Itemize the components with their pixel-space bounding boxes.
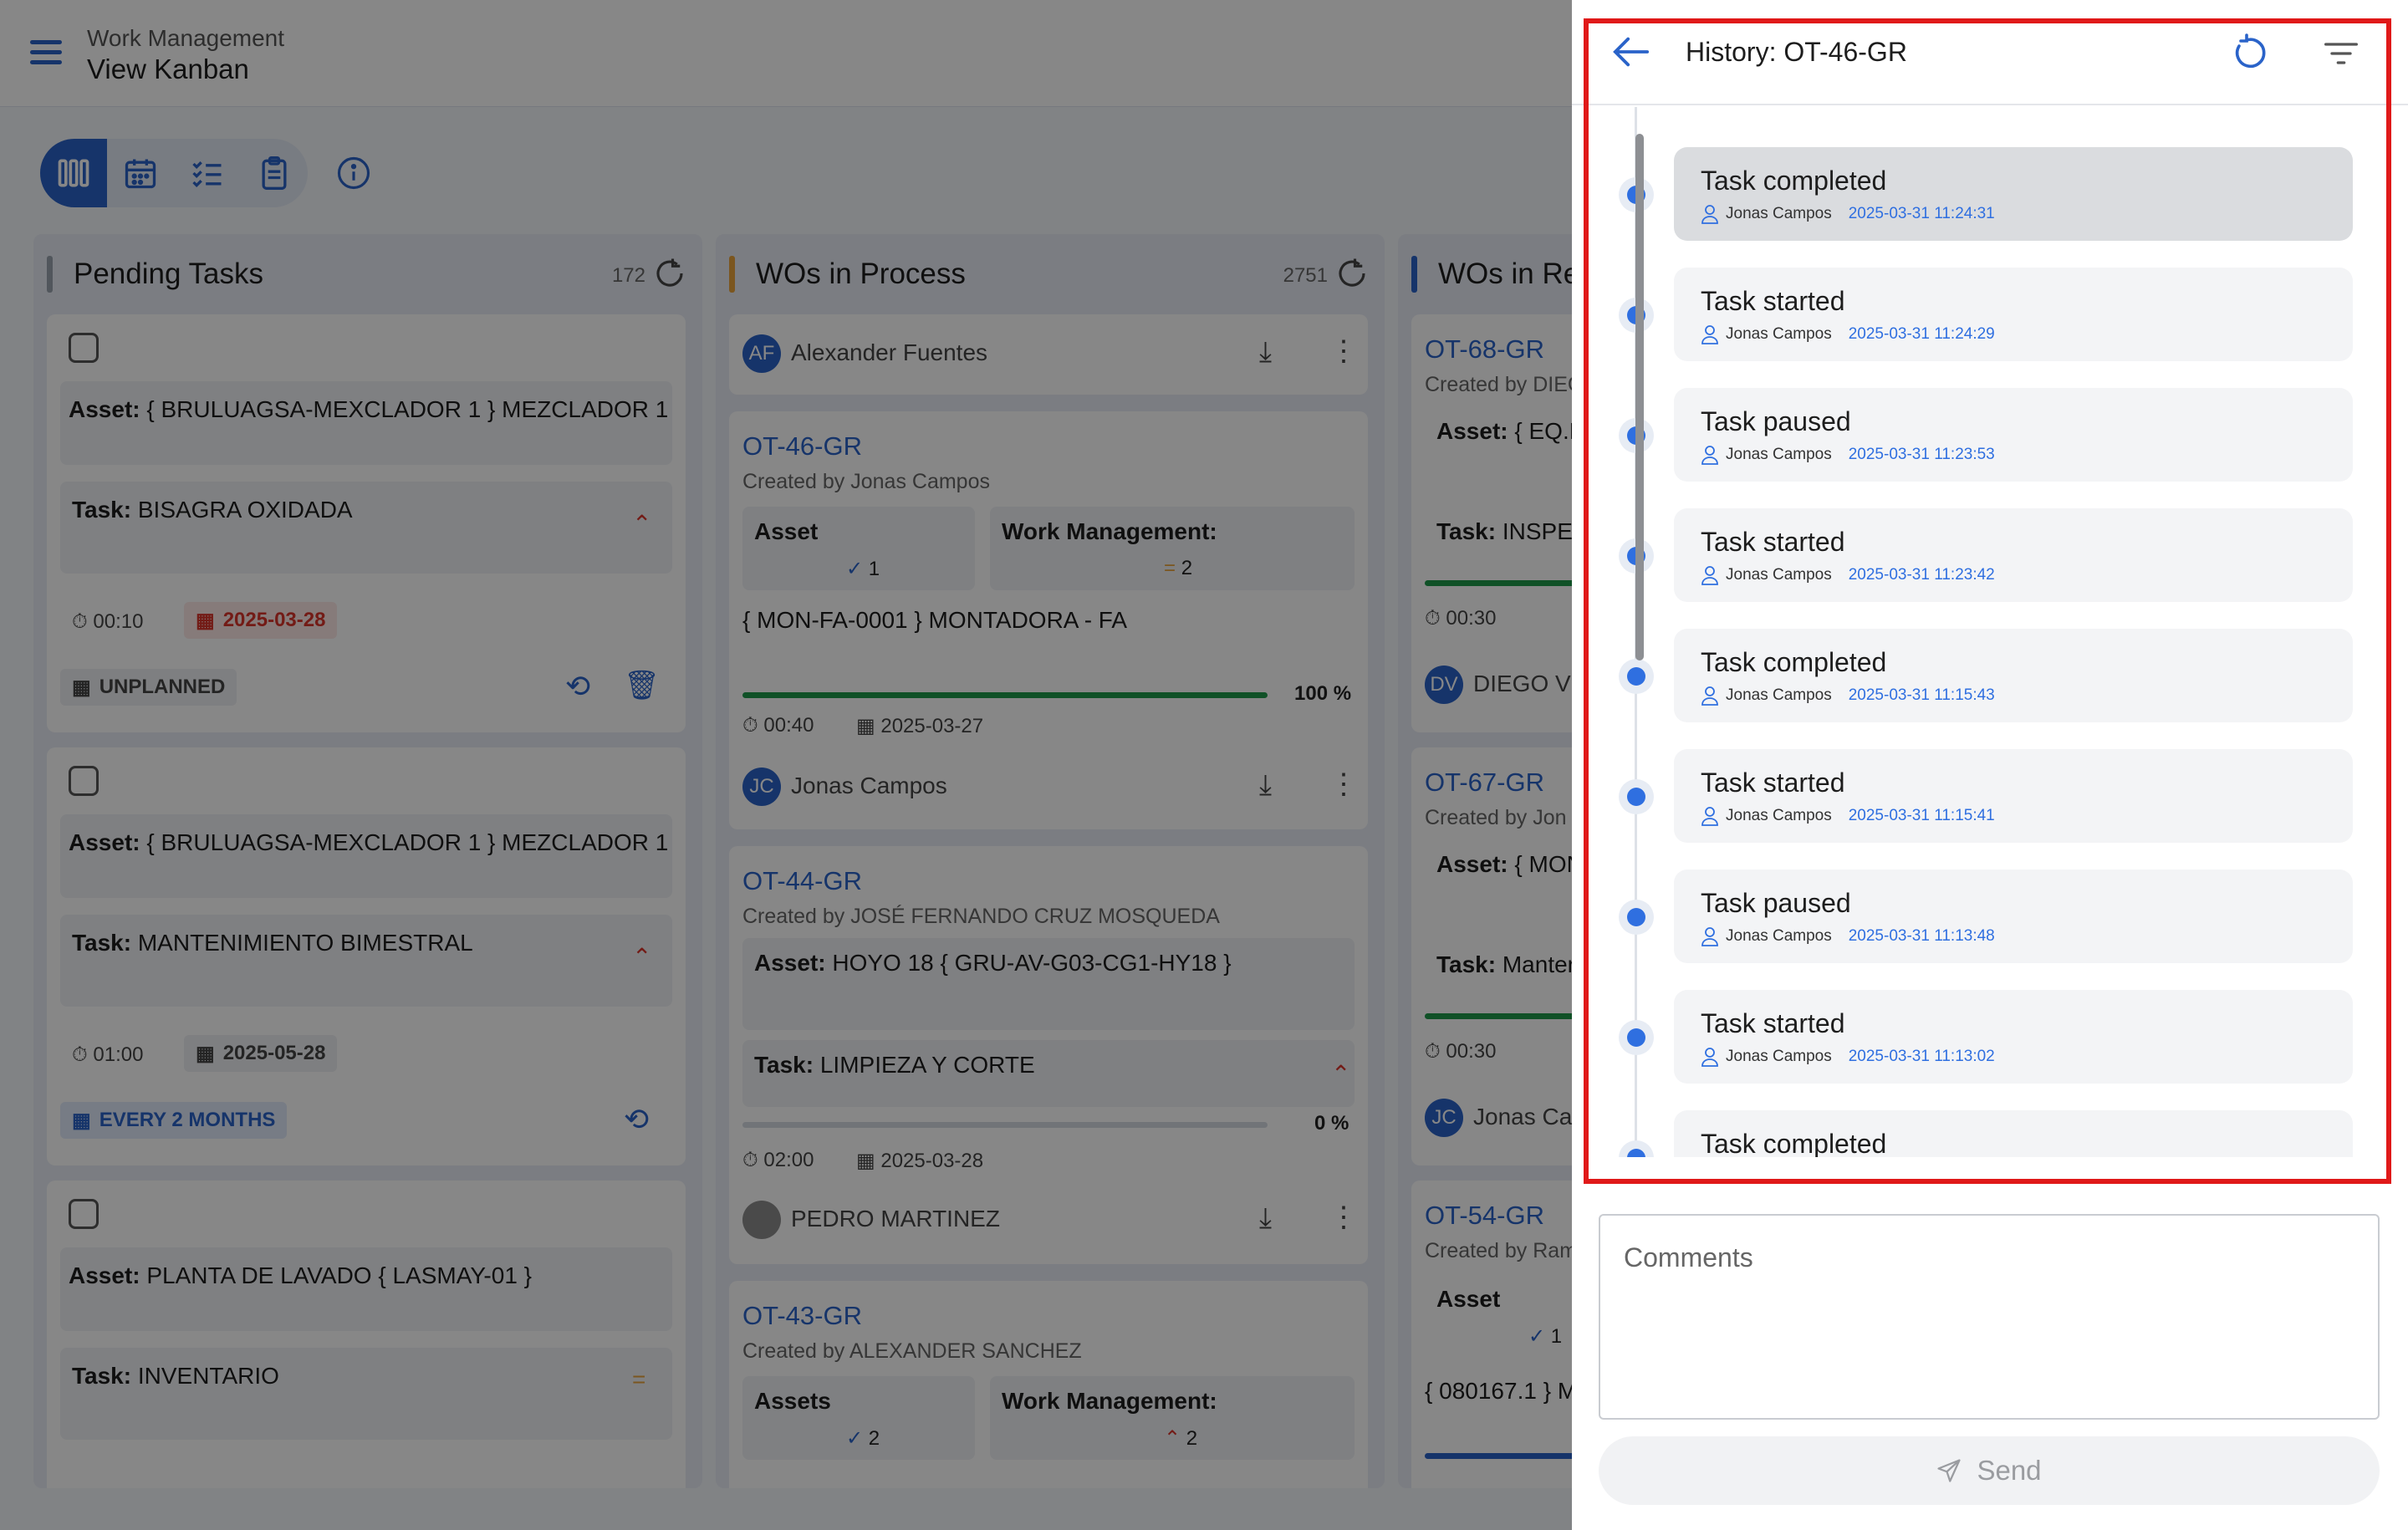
send-icon <box>1937 1459 1962 1482</box>
send-button[interactable]: Send <box>1599 1436 2380 1505</box>
comments-field[interactable] <box>1599 1214 2380 1420</box>
modal-backdrop[interactable] <box>0 0 1572 1530</box>
send-label: Send <box>1977 1455 2042 1486</box>
highlight-box <box>1584 18 2391 1184</box>
